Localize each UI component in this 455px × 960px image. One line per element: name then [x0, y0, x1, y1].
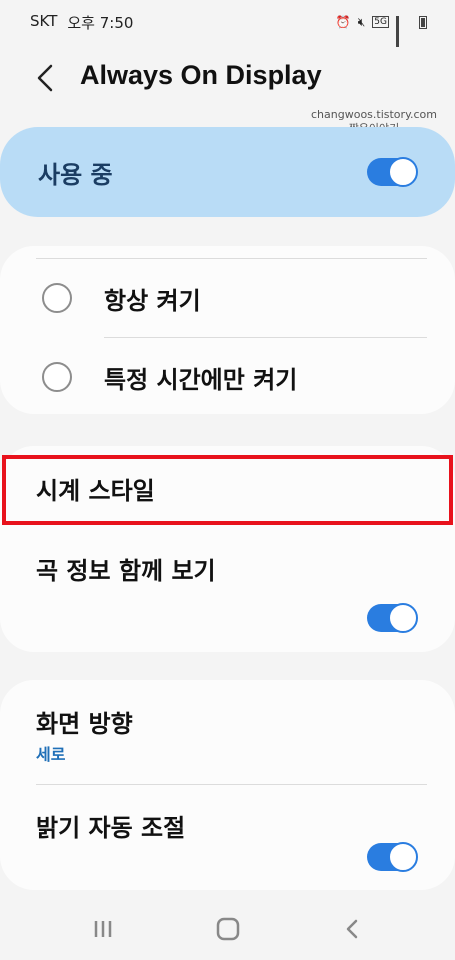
5g-icon: 5G — [372, 16, 389, 28]
radio-button[interactable] — [42, 362, 72, 392]
recents-button[interactable] — [83, 909, 123, 949]
toggle-knob — [388, 157, 418, 187]
highlight-box — [2, 455, 453, 525]
home-button[interactable] — [208, 909, 248, 949]
divider — [36, 784, 427, 785]
screen-card: 화면 방향 세로 밝기 자동 조절 — [0, 680, 455, 890]
master-switch-label: 사용 중 — [38, 160, 113, 189]
orientation-value: 세로 — [36, 745, 66, 764]
clock-time: 오후 7:50 — [67, 13, 134, 32]
auto-brightness-toggle[interactable] — [367, 842, 418, 872]
option-scheduled[interactable]: 특정 시간에만 켜기 — [0, 347, 455, 407]
divider — [36, 258, 427, 259]
auto-brightness-item[interactable]: 밝기 자동 조절 — [36, 808, 185, 843]
back-button[interactable] — [333, 909, 373, 949]
song-info-toggle[interactable] — [367, 603, 418, 633]
option-label: 특정 시간에만 켜기 — [104, 365, 298, 394]
toggle-knob — [388, 842, 418, 872]
watermark-url: changwoos.tistory.com — [311, 108, 437, 121]
chevron-left-icon[interactable] — [33, 62, 61, 94]
master-switch-card[interactable]: 사용 중 — [0, 127, 455, 217]
carrier-label: SKT — [30, 11, 58, 30]
orientation-item[interactable]: 화면 방향 — [36, 704, 133, 739]
option-always-on[interactable]: 항상 켜기 — [0, 268, 455, 328]
recents-icon — [94, 921, 111, 937]
mute-icon: 🔇︎ — [357, 14, 366, 29]
option-label: 항상 켜기 — [104, 286, 201, 315]
signal-icon — [396, 16, 412, 47]
back-icon — [346, 919, 357, 939]
song-info-item[interactable]: 곡 정보 함께 보기 — [36, 551, 216, 586]
divider — [104, 337, 427, 338]
app-header: Always On Display — [0, 52, 455, 104]
alarm-icon: ⏰ — [335, 15, 351, 29]
radio-button[interactable] — [42, 283, 72, 313]
toggle-knob — [388, 603, 418, 633]
status-bar: SKT 오후 7:50 ⏰ 🔇︎ 5G — [0, 0, 455, 47]
navigation-bar — [0, 898, 455, 960]
master-toggle[interactable] — [367, 157, 418, 187]
page-title: Always On Display — [80, 60, 322, 90]
home-icon — [216, 917, 239, 941]
battery-icon — [419, 15, 427, 29]
display-mode-card: 항상 켜기 특정 시간에만 켜기 — [0, 246, 455, 414]
